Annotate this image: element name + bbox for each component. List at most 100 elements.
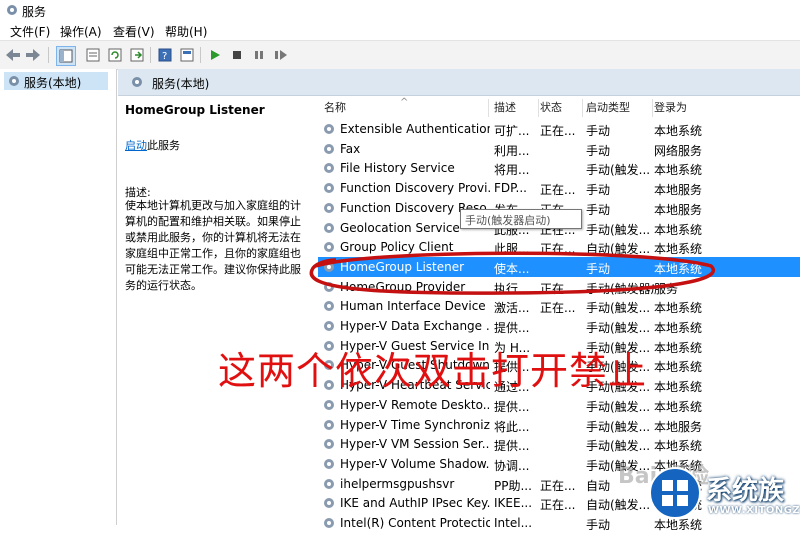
column-header-status[interactable]: 状态 <box>540 99 583 117</box>
selected-service-name: HomeGroup Listener <box>125 103 265 117</box>
properties-view-button[interactable] <box>84 46 102 64</box>
menu-help[interactable]: 帮助(H) <box>165 23 207 40</box>
stop-service-button[interactable] <box>228 46 246 64</box>
column-header-startup-type[interactable]: 启动类型 <box>586 99 653 117</box>
xitongzu-logo <box>649 467 701 519</box>
cell-desc: Intel... <box>494 516 533 530</box>
service-gear-icon <box>324 301 334 312</box>
services-gear-icon <box>7 5 17 15</box>
cell-name: Hyper-V Time Synchroniz... <box>340 417 490 432</box>
console-tree: 服务(本地) <box>0 69 117 525</box>
properties-button[interactable] <box>178 46 196 64</box>
table-row[interactable]: Extensible Authentication... 可扩... 正在... 手动… <box>318 119 800 139</box>
column-header-description[interactable]: 描述 <box>494 99 539 117</box>
pause-icon <box>255 51 263 59</box>
cell-desc: 将此... <box>494 419 530 434</box>
cell-logon: 本地系统 <box>654 380 703 395</box>
table-row[interactable]: Hyper-V Data Exchange ... 提供... 手动(触发... 本地… <box>318 316 800 336</box>
panel-title: 服务(本地) <box>152 77 210 91</box>
cell-logon: 本地服务 <box>654 202 703 217</box>
start-service-link[interactable]: 启动 <box>125 139 147 152</box>
cell-desc: IKEE... <box>494 496 533 511</box>
cell-desc: 激活... <box>494 301 530 316</box>
cell-status: 正在... <box>540 301 576 316</box>
service-gear-icon <box>324 518 334 528</box>
export-icon <box>130 48 144 62</box>
cell-name: File History Service <box>340 161 455 176</box>
cell-logon: 本地系统 <box>654 222 703 237</box>
cell-logon: 本地服务 <box>654 183 703 198</box>
arrow-right-icon <box>26 49 40 61</box>
cell-name: Hyper-V Remote Deskto... <box>340 397 490 412</box>
column-header-name[interactable]: 名称 <box>324 99 489 117</box>
tree-node-label: 服务(本地) <box>24 76 82 90</box>
cell-name: Extensible Authentication... <box>340 122 490 136</box>
tree-node-services-local[interactable]: 服务(本地) <box>4 72 108 90</box>
start-service-line: 启动此服务 <box>125 137 180 153</box>
cell-desc: 协调... <box>494 458 530 473</box>
cell-status: 正在... <box>540 124 576 138</box>
cell-desc: PP助... <box>494 478 532 493</box>
svg-text:?: ? <box>162 51 167 62</box>
refresh-button[interactable] <box>106 46 124 64</box>
service-gear-icon <box>324 143 334 154</box>
menu-view[interactable]: 查看(V) <box>113 23 155 40</box>
annotation-ellipse <box>309 251 716 295</box>
restart-icon <box>275 50 287 60</box>
arrow-left-icon <box>6 49 20 61</box>
table-row[interactable]: File History Service 将用... 手动(触发... 本地系统 <box>318 158 800 178</box>
refresh-icon <box>108 48 122 62</box>
table-row[interactable]: Hyper-V VM Session Ser... 提供... 手动(触发... 本地… <box>318 434 800 454</box>
startup-type-tooltip: 手动(触发器启动) <box>460 209 582 229</box>
cell-startup: 自动(触发... <box>586 498 651 513</box>
start-service-button[interactable] <box>206 46 224 64</box>
table-row[interactable]: Function Discovery Provi... FDP... 正在... 手动… <box>318 178 800 198</box>
cell-startup: 手动 <box>586 124 611 138</box>
cell-desc: 可扩... <box>494 124 530 138</box>
cell-name: Intel(R) Content Protectio... <box>340 516 490 530</box>
cell-name: Function Discovery Provi... <box>340 181 490 196</box>
services-panel: 服务(本地) HomeGroup Listener 启动此服务 描述: 使本地计… <box>118 69 800 532</box>
cell-name: IKE and AuthIP IPsec Key... <box>340 496 490 511</box>
table-row[interactable]: Hyper-V Remote Deskto... 提供... 手动(触发... 本地系… <box>318 395 800 415</box>
cell-desc: 利用... <box>494 143 530 158</box>
back-button[interactable] <box>4 46 22 64</box>
cell-logon: 本地系统 <box>654 360 703 375</box>
menu-file[interactable]: 文件(F) <box>10 23 50 40</box>
menu-action[interactable]: 操作(A) <box>60 23 102 40</box>
services-gear-icon <box>9 76 19 86</box>
annotation-text: 这两个依次双击打开禁止 <box>218 349 648 393</box>
show-hide-tree-button[interactable] <box>56 46 76 66</box>
services-list: ^ 名称 描述 状态 启动类型 登录为 Extensible Authentic… <box>318 95 800 532</box>
service-gear-icon <box>324 222 334 233</box>
services-gear-icon <box>132 77 142 87</box>
title-bar: 服务 <box>0 0 800 20</box>
cell-startup: 手动(触发... <box>586 419 651 434</box>
restart-service-button[interactable] <box>272 46 290 64</box>
service-gear-icon <box>324 478 334 489</box>
column-header-logon-as[interactable]: 登录为 <box>654 99 714 117</box>
forward-button[interactable] <box>24 46 42 64</box>
description-text: 使本地计算机更改与加入家庭组的计算机的配置和维护相关联。如果停止或禁用此服务，你… <box>125 199 301 292</box>
help-icon: ? <box>158 48 172 62</box>
table-row[interactable]: Human Interface Device ... 激活... 正在... 手动(触… <box>318 296 800 316</box>
cell-status: 正在... <box>540 498 576 513</box>
export-list-button[interactable] <box>128 46 146 64</box>
tooltip-text: 手动(触发器启动) <box>465 214 551 227</box>
watermark-url: WWW.XITONGZU.COM <box>708 505 800 516</box>
panel-header: 服务(本地) <box>118 69 800 96</box>
cell-logon: 本地系统 <box>654 439 703 454</box>
cell-logon: 本地系统 <box>654 301 703 316</box>
help-button[interactable]: ? <box>156 46 174 64</box>
service-gear-icon <box>324 163 334 174</box>
cell-startup: 手动 <box>586 143 611 158</box>
window-title: 服务 <box>22 5 47 19</box>
cell-name: Fax <box>340 141 361 156</box>
service-gear-icon <box>324 439 334 450</box>
cell-logon: 本地系统 <box>654 321 703 335</box>
table-row[interactable]: Hyper-V Time Synchroniz... 将此... 手动(触发... 本… <box>318 415 800 435</box>
table-row[interactable]: Intel(R) Content Protectio... Intel... 手动本… <box>318 513 800 533</box>
service-gear-icon <box>324 124 334 134</box>
table-row[interactable]: Fax 利用... 手动 网络服务 <box>318 139 800 159</box>
pause-service-button[interactable] <box>250 46 268 64</box>
